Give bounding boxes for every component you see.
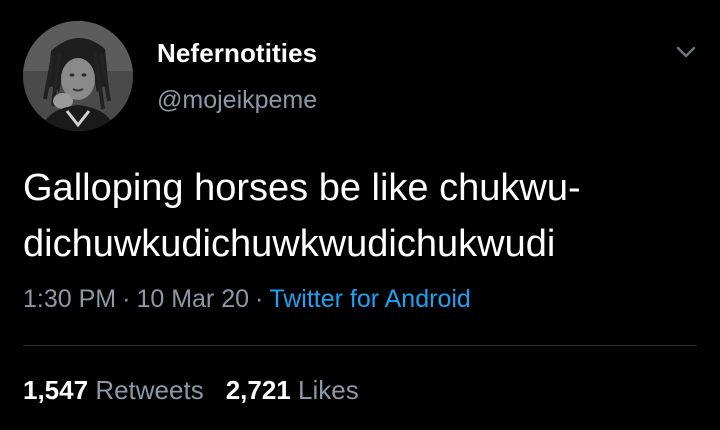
retweets-count: 1,547 — [23, 375, 89, 405]
engagement-stats: 1,547 Retweets 2,721 Likes — [23, 375, 359, 406]
likes-label: Likes — [298, 375, 359, 405]
tweet-source-link[interactable]: Twitter for Android — [269, 285, 470, 313]
likes-stat[interactable]: 2,721 Likes — [226, 375, 359, 405]
retweets-label: Retweets — [95, 375, 204, 405]
display-name[interactable]: Nefernotities — [157, 38, 317, 69]
user-handle[interactable]: @mojeikpeme — [157, 86, 317, 115]
user-avatar-photo — [23, 21, 133, 131]
meta-separator: · — [122, 285, 131, 313]
avatar[interactable] — [23, 21, 133, 131]
tweet-metadata: 1:30 PM · 10 Mar 20 · Twitter for Android — [23, 285, 471, 314]
meta-separator: · — [255, 285, 264, 313]
tweet-text: Galloping horses be like chukwu- dichuwk… — [23, 167, 581, 265]
chevron-down-icon[interactable] — [672, 38, 700, 66]
divider — [23, 345, 697, 346]
tweet-time[interactable]: 1:30 PM — [23, 285, 116, 313]
tweet-card: Nefernotities @mojeikpeme Galloping hors… — [0, 0, 720, 430]
tweet-date[interactable]: 10 Mar 20 — [136, 285, 249, 313]
likes-count: 2,721 — [225, 375, 291, 405]
retweets-stat[interactable]: 1,547 Retweets — [23, 375, 204, 405]
